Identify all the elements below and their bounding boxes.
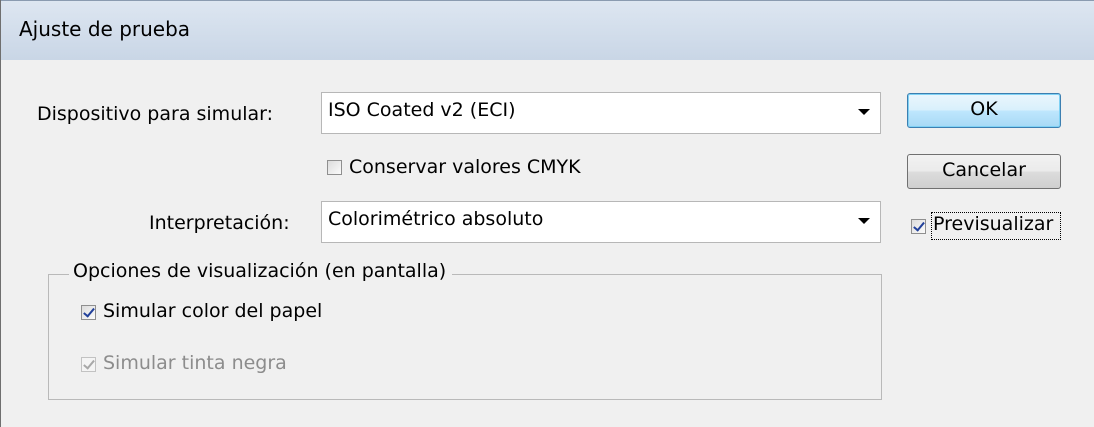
proof-setup-dialog: Ajuste de prueba Dispositivo para simula… — [0, 0, 1094, 427]
preserve-cmyk-checkbox[interactable] — [327, 160, 342, 175]
simulate-paper-checkbox[interactable] — [81, 305, 96, 320]
chevron-down-icon[interactable] — [858, 218, 870, 224]
device-dropdown[interactable]: ISO Coated v2 (ECI) — [321, 92, 881, 134]
preserve-cmyk-label[interactable]: Conservar valores CMYK — [349, 156, 581, 178]
simulate-black-ink-label[interactable]: Simular tinta negra — [103, 352, 287, 374]
preview-label[interactable]: Previsualizar — [933, 213, 1053, 235]
simulate-black-ink-checkbox[interactable] — [81, 357, 96, 372]
cancel-button-label: Cancelar — [942, 159, 1026, 181]
dialog-titlebar[interactable]: Ajuste de prueba — [1, 0, 1094, 60]
dialog-title: Ajuste de prueba — [19, 17, 191, 41]
display-options-legend: Opciones de visualización (en pantalla) — [69, 260, 453, 282]
cancel-button[interactable]: Cancelar — [907, 154, 1061, 189]
display-options-group — [48, 274, 882, 400]
intent-label: Interpretación: — [149, 212, 290, 234]
simulate-paper-label[interactable]: Simular color del papel — [103, 300, 322, 322]
preview-checkbox[interactable] — [911, 219, 926, 234]
intent-dropdown[interactable]: Colorimétrico absoluto — [321, 201, 881, 243]
intent-value: Colorimétrico absoluto — [328, 208, 544, 230]
ok-button-label: OK — [970, 98, 998, 120]
device-value: ISO Coated v2 (ECI) — [328, 99, 516, 121]
device-label: Dispositivo para simular: — [37, 103, 274, 125]
ok-button[interactable]: OK — [907, 93, 1061, 128]
chevron-down-icon[interactable] — [858, 109, 870, 115]
